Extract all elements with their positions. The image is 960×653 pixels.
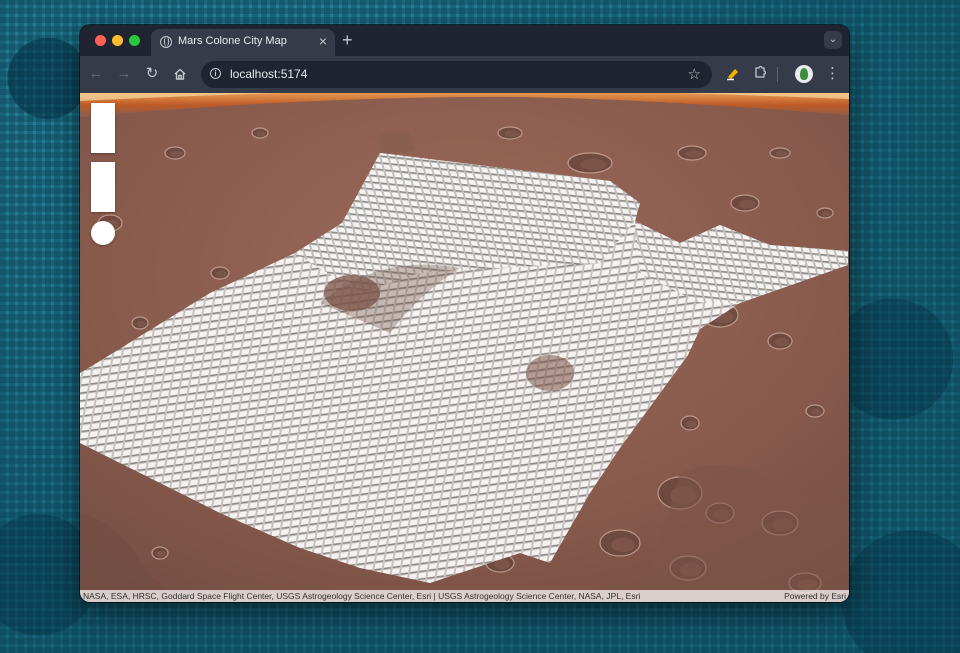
crater-floor — [821, 211, 831, 217]
zoom-control-bottom[interactable] — [91, 162, 115, 212]
crater-floor — [774, 337, 789, 347]
home-icon[interactable] — [171, 65, 189, 83]
extension-pen-icon[interactable] — [725, 65, 741, 81]
map-view[interactable]: NASA, ESA, HRSC, Goddard Space Flight Ce… — [80, 93, 849, 602]
reload-icon[interactable]: ↻ — [143, 65, 161, 83]
tab-search-button[interactable]: ⌄ — [824, 31, 842, 49]
crater-floor — [256, 131, 266, 137]
browser-window: Mars Colone City Map × + ⌄ ← → ↻ i local… — [80, 25, 849, 602]
new-tab-button[interactable]: + — [342, 30, 353, 50]
powered-by-esri[interactable]: Powered by Esri — [784, 590, 846, 602]
puzzle-icon[interactable] — [753, 64, 768, 83]
crater-floor — [504, 130, 519, 138]
crater-floor — [611, 537, 635, 553]
star-icon[interactable]: ☆ — [688, 65, 701, 83]
url-text[interactable]: localhost:5174 — [230, 67, 307, 81]
attribution-text: NASA, ESA, HRSC, Goddard Space Flight Ce… — [83, 591, 641, 601]
close-window-button[interactable] — [95, 35, 106, 46]
maximize-window-button[interactable] — [129, 35, 140, 46]
crater-floor — [136, 320, 146, 328]
toolbar-divider — [777, 67, 778, 82]
tab-title: Mars Colone City Map — [178, 35, 287, 47]
crater-floor — [156, 550, 166, 558]
profile-avatar[interactable] — [795, 65, 813, 83]
crater-floor — [170, 150, 183, 158]
tab-mars-map[interactable]: Mars Colone City Map × — [151, 29, 335, 56]
crater-floor — [775, 151, 788, 157]
crater-floor — [685, 150, 703, 158]
globe-icon — [160, 36, 172, 48]
kebab-menu-icon[interactable]: ⋮ — [825, 64, 840, 84]
tab-close-icon[interactable]: × — [319, 33, 327, 49]
crater-floor — [685, 420, 697, 428]
crater-floor — [580, 159, 607, 170]
info-icon[interactable]: i — [210, 68, 221, 79]
forward-icon[interactable]: → — [115, 65, 133, 83]
crater-floor — [810, 408, 822, 416]
crater-floor — [215, 270, 227, 278]
tab-bar: Mars Colone City Map × + ⌄ — [80, 25, 849, 56]
compass-button[interactable] — [91, 221, 115, 245]
browser-toolbar: ← → ↻ i localhost:5174 ☆ ⋮ — [80, 56, 849, 93]
minimize-window-button[interactable] — [112, 35, 123, 46]
crater-floor — [738, 199, 756, 209]
address-bar[interactable]: i localhost:5174 ☆ — [201, 61, 712, 88]
mars-3d-scene[interactable] — [80, 93, 849, 602]
map-attribution: NASA, ESA, HRSC, Goddard Space Flight Ce… — [80, 590, 849, 602]
back-icon[interactable]: ← — [87, 65, 105, 83]
zoom-control-top[interactable] — [91, 103, 115, 153]
